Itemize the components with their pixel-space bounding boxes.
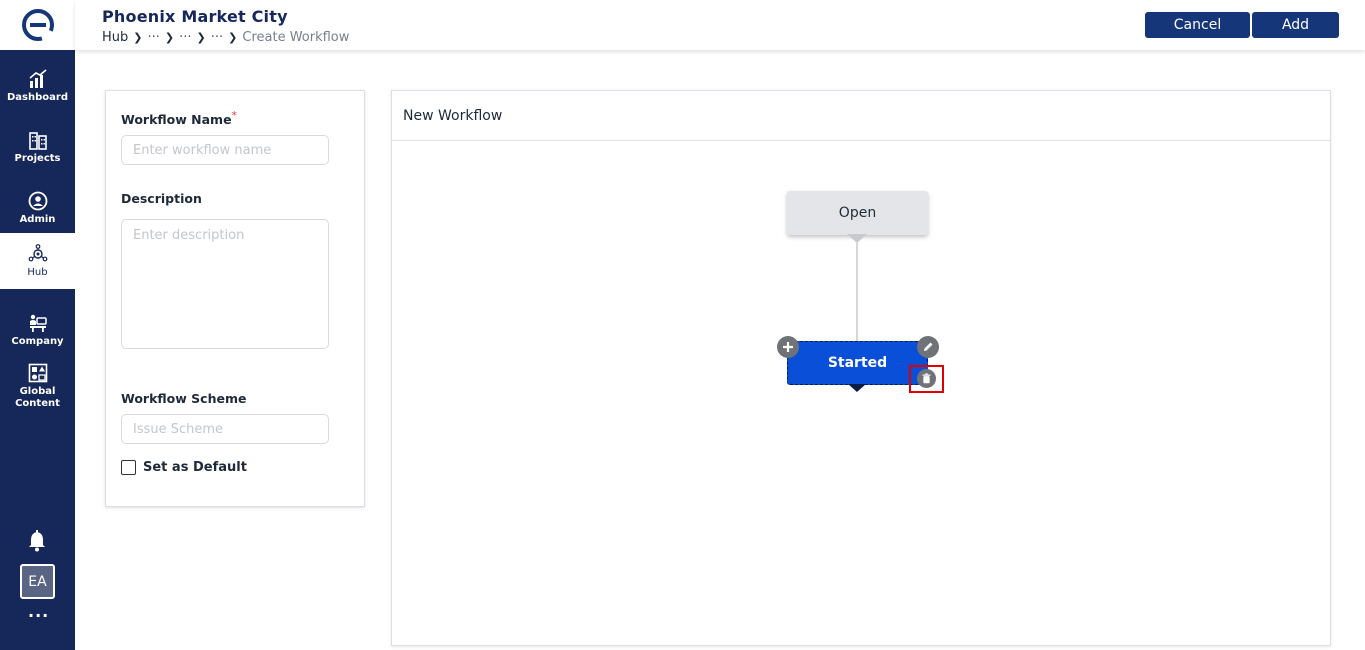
sidebar-item-company[interactable]: Company xyxy=(0,302,75,358)
sidebar: Dashboard Projects Admin Hub Company Glo… xyxy=(0,0,75,650)
node-connector-arrow xyxy=(847,234,867,243)
description-textarea[interactable] xyxy=(121,219,329,349)
sidebar-item-hub[interactable]: Hub xyxy=(0,233,75,289)
workflow-name-label-text: Workflow Name xyxy=(121,112,232,128)
workflow-scheme-label: Workflow Scheme xyxy=(121,391,247,406)
global-content-icon xyxy=(28,363,47,382)
set-default-checkbox-row[interactable]: Set as Default xyxy=(121,460,247,475)
company-icon xyxy=(29,314,47,332)
chevron-right-icon: ❯ xyxy=(164,31,175,44)
sidebar-item-label: Admin xyxy=(19,213,56,225)
building-icon xyxy=(28,131,47,150)
workflow-node-open[interactable]: Open xyxy=(787,191,928,235)
hub-icon xyxy=(28,243,47,261)
breadcrumb-item-collapsed[interactable]: ··· xyxy=(179,30,191,45)
workflow-form-panel: Workflow Name* Description Workflow Sche… xyxy=(105,90,365,507)
canvas-header: New Workflow xyxy=(392,91,1330,141)
avatar[interactable]: EA xyxy=(20,564,55,599)
breadcrumb-item-hub[interactable]: Hub xyxy=(102,30,128,45)
add-node-button[interactable] xyxy=(777,336,799,358)
breadcrumb-item-collapsed[interactable]: ··· xyxy=(148,30,160,45)
chevron-right-icon: ❯ xyxy=(133,31,143,44)
trash-icon xyxy=(922,373,931,384)
pencil-icon xyxy=(924,342,933,351)
admin-icon xyxy=(28,191,47,210)
description-label: Description xyxy=(121,191,202,206)
breadcrumb-item-collapsed[interactable]: ··· xyxy=(211,30,223,45)
chevron-right-icon: ❯ xyxy=(228,31,238,44)
breadcrumb-item-current: Create Workflow xyxy=(242,30,350,45)
workflow-name-label: Workflow Name* xyxy=(121,110,237,127)
sidebar-item-label: Dashboard xyxy=(7,91,68,103)
bell-icon[interactable] xyxy=(27,530,47,552)
sidebar-item-admin[interactable]: Admin xyxy=(0,180,75,236)
workflow-name-input[interactable] xyxy=(121,135,329,165)
delete-node-button[interactable] xyxy=(917,369,936,388)
app-logo[interactable] xyxy=(0,0,75,50)
workflow-canvas-panel: New Workflow Open Started xyxy=(391,90,1331,646)
breadcrumb: Hub ❯ ··· ❯ ··· ❯ ··· ❯ Create Workflow xyxy=(102,30,349,45)
sidebar-item-label: Projects xyxy=(14,152,61,164)
logo-icon xyxy=(21,8,54,42)
cancel-button[interactable]: Cancel xyxy=(1145,12,1250,38)
chevron-right-icon: ❯ xyxy=(196,31,206,44)
more-icon[interactable]: ··· xyxy=(28,606,49,625)
sidebar-item-projects[interactable]: Projects xyxy=(0,119,75,175)
sidebar-item-label: Company xyxy=(11,335,64,347)
canvas-title: New Workflow xyxy=(403,108,503,124)
required-mark: * xyxy=(231,110,237,122)
sidebar-item-dashboard[interactable]: Dashboard xyxy=(0,58,75,114)
top-header: Phoenix Market City Hub ❯ ··· ❯ ··· ❯ ··… xyxy=(75,0,1365,50)
sidebar-item-global-content[interactable]: Global Content xyxy=(0,355,75,417)
sidebar-item-label: Global Content xyxy=(15,385,60,409)
workflow-scheme-select[interactable] xyxy=(121,414,329,444)
set-default-checkbox[interactable] xyxy=(121,460,136,475)
set-default-label: Set as Default xyxy=(143,460,247,475)
workflow-node-started[interactable]: Started xyxy=(787,341,928,385)
add-button[interactable]: Add xyxy=(1252,12,1339,38)
page-title: Phoenix Market City xyxy=(102,7,288,26)
chart-icon xyxy=(28,68,47,88)
edit-node-button[interactable] xyxy=(917,336,939,358)
plus-icon xyxy=(783,342,793,352)
sidebar-item-label: Hub xyxy=(27,266,48,278)
node-connector-arrow xyxy=(848,384,866,392)
node-connector-line xyxy=(856,243,858,343)
